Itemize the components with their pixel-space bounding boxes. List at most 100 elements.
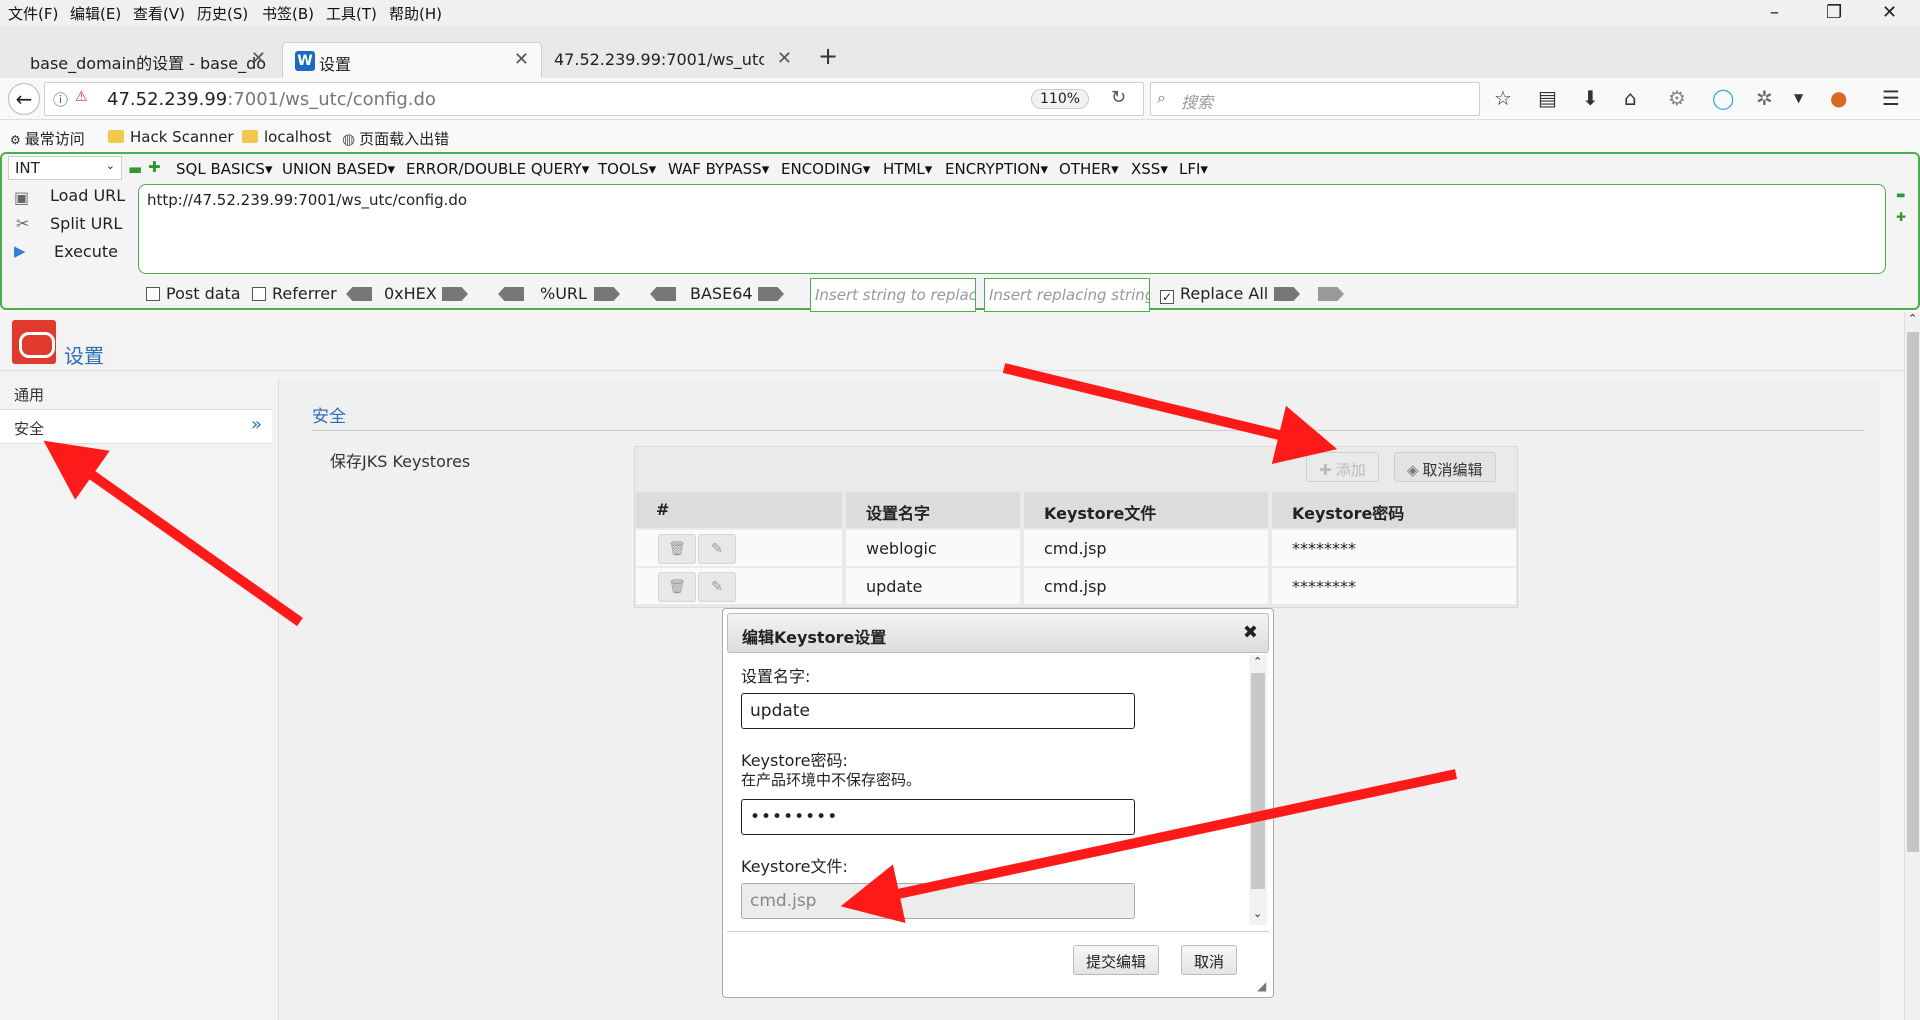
close-tab-icon[interactable]: ✕ — [514, 49, 529, 70]
new-tab-icon[interactable]: + — [818, 42, 838, 70]
add-button[interactable]: ✚ 添加 — [1306, 452, 1379, 482]
shrink-icon[interactable]: ▬ — [1896, 190, 1905, 201]
cancel-button[interactable]: 取消 — [1181, 945, 1238, 975]
menu-encryption[interactable]: ENCRYPTION▾ — [945, 160, 1048, 178]
post-data-checkbox[interactable]: Post data — [146, 284, 241, 303]
home-icon[interactable]: ⌂ — [1624, 86, 1637, 110]
column-header-file[interactable]: Keystore文件 — [1024, 492, 1268, 528]
star-icon[interactable]: ☆ — [1494, 86, 1512, 110]
menu-encoding[interactable]: ENCODING▾ — [781, 160, 870, 178]
plus-icon[interactable]: ✚ — [148, 158, 161, 176]
url-decode-button[interactable] — [498, 287, 524, 301]
menu-edit[interactable]: 编辑(E) — [70, 3, 121, 24]
sidebar-item-general[interactable]: 通用 — [0, 376, 272, 410]
menu-bookmarks[interactable]: 书签(B) — [262, 3, 314, 24]
password-hint: 在产品环境中不保存密码。 — [741, 771, 922, 789]
url-encode-button[interactable] — [594, 287, 620, 301]
base64-encode-button[interactable] — [758, 287, 784, 301]
url-bar[interactable]: ⓘ ⚠ 47.52.239.99:7001/ws_utc/config.do 1… — [44, 82, 1144, 116]
folder-icon — [108, 130, 124, 143]
search-bar[interactable]: ⌕ 搜索 — [1150, 82, 1480, 116]
bookmark-page-error[interactable]: ◍ 页面载入出错 — [342, 128, 449, 149]
replace-button[interactable] — [1274, 287, 1300, 301]
menu-waf-bypass[interactable]: WAF BYPASS▾ — [668, 160, 769, 178]
delete-row-button[interactable]: 🗑 — [658, 534, 696, 564]
restore-icon[interactable]: ❐ — [1826, 2, 1842, 23]
reading-list-icon[interactable]: ▤ — [1538, 86, 1557, 110]
scroll-thumb[interactable] — [1251, 673, 1265, 889]
resize-handle-icon[interactable]: ◢ — [1257, 979, 1266, 993]
close-icon[interactable]: ✖ — [1243, 622, 1258, 643]
close-window-icon[interactable]: ✕ — [1882, 2, 1897, 23]
replace-all-checkbox[interactable]: ✓ Replace All — [1160, 284, 1268, 304]
scroll-up-icon[interactable]: ⌃ — [1253, 655, 1262, 668]
sidebar-item-security[interactable]: 安全» — [0, 410, 272, 444]
download-icon[interactable]: ⬇ — [1582, 86, 1599, 110]
execute-icon: ▶ — [14, 242, 26, 260]
insert-string-input[interactable]: Insert string to replace — [810, 278, 976, 312]
edit-row-button[interactable]: ✎ — [698, 534, 736, 564]
minimize-icon[interactable]: – — [1770, 2, 1779, 23]
menu-lfi[interactable]: LFI▾ — [1179, 160, 1208, 178]
scroll-up-icon[interactable]: ⌃ — [1908, 312, 1917, 325]
gear-extension-icon[interactable]: ⚙ — [1668, 86, 1686, 110]
expand-icon[interactable]: ✚ — [1896, 210, 1906, 224]
hex-encode-button[interactable] — [442, 287, 468, 301]
hex-decode-button[interactable] — [346, 287, 372, 301]
column-header-name[interactable]: 设置名字 — [846, 492, 1020, 528]
menu-file[interactable]: 文件(F) — [8, 3, 58, 24]
menu-other[interactable]: OTHER▾ — [1059, 160, 1119, 178]
dialog-scrollbar[interactable]: ⌃ ⌄ — [1249, 655, 1267, 925]
page-scrollbar[interactable]: ⌃ — [1904, 312, 1920, 1020]
info-icon[interactable]: ⓘ — [53, 89, 68, 110]
globe-icon: ◍ — [342, 130, 356, 148]
scroll-thumb[interactable] — [1907, 332, 1919, 852]
menu-help[interactable]: 帮助(H) — [389, 3, 442, 24]
firebug-icon[interactable]: ● — [1830, 86, 1847, 110]
close-tab-icon[interactable]: ✕ — [251, 48, 266, 69]
execute-button[interactable]: Execute — [54, 242, 118, 261]
name-input[interactable]: update — [741, 693, 1135, 729]
base64-decode-button[interactable] — [650, 287, 676, 301]
menu-xss[interactable]: XSS▾ — [1131, 160, 1168, 178]
menu-history[interactable]: 历史(S) — [197, 3, 248, 24]
ring-extension-icon[interactable]: ◯ — [1712, 86, 1734, 110]
dialog-titlebar[interactable]: 编辑Keystore设置 ✖ — [727, 613, 1269, 653]
reload-icon[interactable]: ↻ — [1111, 87, 1126, 108]
menu-view[interactable]: 查看(V) — [133, 3, 185, 24]
delete-row-button[interactable]: 🗑 — [658, 572, 696, 602]
split-url-button[interactable]: Split URL — [50, 214, 122, 233]
menu-html[interactable]: HTML▾ — [883, 160, 932, 178]
password-input[interactable]: •••••••• — [741, 799, 1135, 835]
hackbar-url-textarea[interactable]: http://47.52.239.99:7001/ws_utc/config.d… — [138, 184, 1886, 274]
back-icon[interactable]: ← — [8, 83, 40, 115]
edit-row-button[interactable]: ✎ — [698, 572, 736, 602]
replace-next-button[interactable] — [1318, 287, 1344, 301]
referrer-checkbox[interactable]: Referrer — [252, 284, 337, 303]
replacing-string-input[interactable]: Insert replacing string — [984, 278, 1150, 312]
hex-label: 0xHEX — [384, 284, 437, 303]
cancel-edit-button[interactable]: ◈ 取消编辑 — [1394, 452, 1496, 482]
zoom-level[interactable]: 110% — [1031, 89, 1090, 109]
minus-icon[interactable]: ▬ — [128, 160, 142, 178]
close-tab-icon[interactable]: ✕ — [777, 48, 792, 69]
bookmark-localhost[interactable]: localhost — [242, 128, 331, 146]
menu-tools[interactable]: TOOLS▾ — [598, 160, 656, 178]
dropdown-icon[interactable]: ▼ — [1794, 91, 1803, 105]
tab-css[interactable]: 47.52.239.99:7001/ws_utc/css/ ✕ — [546, 42, 804, 78]
menu-tools[interactable]: 工具(T) — [326, 3, 377, 24]
menu-union-based[interactable]: UNION BASED▾ — [282, 160, 395, 178]
load-url-button[interactable]: Load URL — [50, 186, 125, 205]
tab-settings[interactable]: W 设置 ✕ — [282, 42, 542, 78]
submit-edit-button[interactable]: 提交编辑 — [1073, 945, 1160, 975]
menu-sql-basics[interactable]: SQL BASICS▾ — [176, 160, 272, 178]
bookmark-hack-scanner[interactable]: Hack Scanner — [108, 128, 234, 146]
bug-extension-icon[interactable]: ✲ — [1756, 86, 1773, 110]
hackbar-type-select[interactable]: INT ⌄ — [8, 156, 122, 180]
bookmark-most-visited[interactable]: ⚙ 最常访问 — [10, 128, 85, 149]
column-header-password[interactable]: Keystore密码 — [1272, 492, 1516, 528]
scroll-down-icon[interactable]: ⌄ — [1253, 907, 1262, 920]
menu-error-double-query[interactable]: ERROR/DOUBLE QUERY▾ — [406, 160, 589, 178]
tab-base-domain[interactable]: base_domain的设置 - base_do ✕ — [16, 42, 278, 78]
hamburger-menu-icon[interactable]: ☰ — [1882, 86, 1900, 110]
